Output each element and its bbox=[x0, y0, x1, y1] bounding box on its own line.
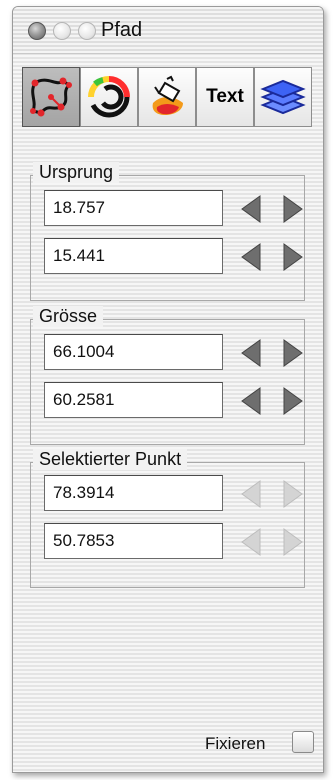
ursprung-x-field[interactable]: 18.757 bbox=[44, 190, 223, 226]
increment-arrow-icon bbox=[283, 480, 303, 508]
punkt-x-row: 78.3914 bbox=[44, 475, 314, 513]
increment-arrow-icon[interactable] bbox=[282, 386, 304, 416]
minimize-button[interactable] bbox=[53, 22, 71, 40]
decrement-arrow-icon[interactable] bbox=[240, 194, 262, 224]
groesse-width-field[interactable]: 66.1004 bbox=[44, 334, 223, 370]
groesse-label: Grösse bbox=[33, 306, 104, 327]
close-button[interactable] bbox=[28, 22, 46, 40]
fill-tool-button[interactable] bbox=[138, 67, 196, 127]
ursprung-x-row: 18.757 bbox=[44, 190, 314, 228]
decrement-arrow-icon bbox=[241, 528, 261, 556]
title-bar[interactable]: Pfad bbox=[13, 7, 323, 54]
decrement-arrow-icon[interactable] bbox=[240, 386, 262, 416]
path-edit-icon bbox=[30, 77, 72, 117]
layers-tool-button[interactable] bbox=[254, 67, 312, 127]
ursprung-y-field[interactable]: 15.441 bbox=[44, 238, 223, 274]
path-tool-button[interactable] bbox=[22, 67, 80, 127]
ursprung-label: Ursprung bbox=[33, 162, 120, 183]
increment-arrow-icon[interactable] bbox=[282, 242, 304, 272]
path-window: Pfad Text Ursprung 18.757 15.441 Grösse … bbox=[12, 6, 324, 773]
text-tool-label: Text bbox=[206, 86, 244, 107]
fixieren-checkbox[interactable] bbox=[292, 731, 314, 753]
increment-arrow-icon bbox=[283, 528, 303, 556]
groesse-height-row: 60.2581 bbox=[44, 382, 314, 420]
increment-arrow-icon[interactable] bbox=[282, 338, 304, 368]
fixieren-label: Fixieren bbox=[205, 734, 266, 753]
paint-bucket-icon bbox=[152, 75, 183, 115]
window-title: Pfad bbox=[101, 19, 143, 41]
decrement-arrow-icon[interactable] bbox=[240, 242, 262, 272]
groesse-width-row: 66.1004 bbox=[44, 334, 314, 372]
selektierter-punkt-label: Selektierter Punkt bbox=[33, 449, 188, 470]
tool-toolbar: Text bbox=[22, 67, 314, 129]
zoom-button[interactable] bbox=[78, 22, 96, 40]
decrement-arrow-icon[interactable] bbox=[240, 338, 262, 368]
groesse-height-field[interactable]: 60.2581 bbox=[44, 382, 223, 418]
color-wheel-icon bbox=[88, 76, 130, 118]
punkt-y-row: 50.7853 bbox=[44, 523, 314, 561]
decrement-arrow-icon bbox=[241, 480, 261, 508]
layers-icon bbox=[260, 79, 306, 115]
color-tool-button[interactable] bbox=[80, 67, 138, 127]
increment-arrow-icon[interactable] bbox=[282, 194, 304, 224]
punkt-x-field[interactable]: 78.3914 bbox=[44, 475, 223, 511]
ursprung-y-row: 15.441 bbox=[44, 238, 314, 276]
punkt-y-field[interactable]: 50.7853 bbox=[44, 523, 223, 559]
text-tool-button[interactable]: Text bbox=[196, 67, 254, 127]
